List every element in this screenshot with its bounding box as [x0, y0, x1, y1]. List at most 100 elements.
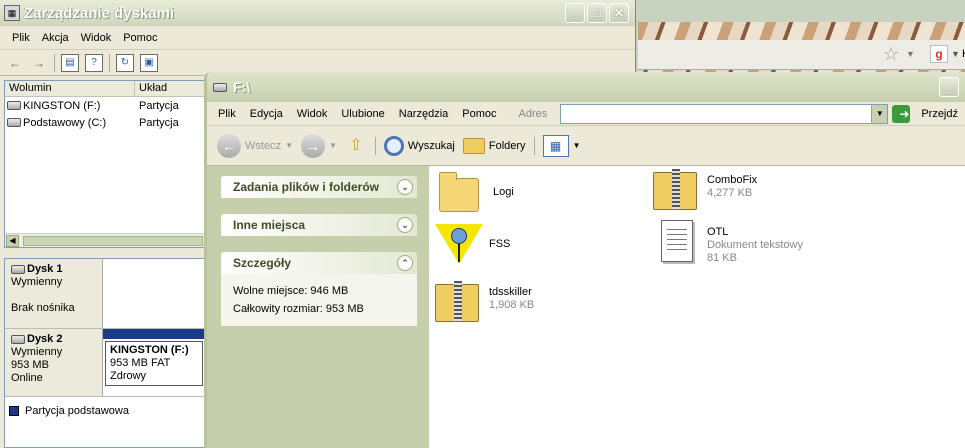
title-bar[interactable]: ▦ Zarządzanie dyskami _ □ ✕ — [0, 0, 635, 26]
task-pane: Zadania plików i folderów ⌄ Inne miejsca… — [207, 166, 429, 448]
scroll-left-arrow-icon[interactable]: ◀ — [6, 235, 19, 247]
file-item[interactable]: ComboFix 4,277 KB — [653, 168, 757, 212]
title-bar[interactable]: F:\ _ — [207, 72, 965, 102]
volume-name: KINGSTON (F:) — [23, 99, 101, 112]
views-button[interactable]: ▦ ▼ — [542, 134, 581, 157]
column-header-wolumin[interactable]: Wolumin — [5, 81, 135, 96]
background-browser-window: ☆ ▼ g ▼ H — [634, 0, 965, 80]
disk-icon — [11, 334, 25, 344]
column-header-uklad[interactable]: Układ — [135, 81, 205, 96]
hard-drive-icon — [7, 118, 21, 127]
file-item[interactable]: tdsskiller 1,908 KB — [435, 280, 534, 324]
menu-akcja[interactable]: Akcja — [36, 32, 75, 44]
address-input[interactable]: ▼ — [560, 103, 889, 124]
legend: Partycja podstawowa — [9, 405, 129, 417]
go-arrow-icon: ➜ — [892, 104, 911, 123]
window-controls: _ □ ✕ — [565, 3, 629, 23]
properties-icon[interactable]: ▣ — [140, 53, 158, 72]
disk-management-icon: ▦ — [4, 5, 20, 21]
file-size: 1,908 KB — [489, 299, 535, 311]
menu-widok[interactable]: Widok — [75, 32, 118, 44]
menu-pomoc[interactable]: Pomoc — [455, 108, 503, 120]
fss-icon — [435, 224, 483, 268]
partition-block[interactable]: KINGSTON (F:) 953 MB FAT Zdrowy — [103, 329, 205, 396]
menu-pomoc[interactable]: Pomoc — [117, 32, 163, 44]
free-space: Wolne miejsce: 946 MB — [233, 285, 349, 297]
collapse-chevron-icon[interactable]: ⌃ — [397, 255, 413, 271]
go-button[interactable]: ➜ Przejdź — [892, 104, 965, 123]
horizontal-scrollbar[interactable]: ◀ — [5, 233, 205, 247]
volume-row[interactable]: KINGSTON (F:) Partycja — [5, 97, 205, 114]
scrollbar-thumb[interactable] — [23, 236, 203, 246]
window-title: Zarządzanie dyskami — [24, 4, 175, 22]
volume-row[interactable]: Podstawowy (C:) Partycja — [5, 114, 205, 131]
menu-plik[interactable]: Plik — [211, 108, 243, 120]
disk-status: Brak nośnika — [11, 302, 75, 314]
chevron-down-icon[interactable]: ▼ — [906, 49, 915, 59]
panel-tasks-header[interactable]: Zadania plików i folderów ⌄ — [221, 176, 417, 198]
partition-color-band — [103, 329, 205, 339]
file-name: Logi — [493, 186, 514, 198]
folders-button[interactable]: Foldery — [462, 137, 526, 154]
menu-bar: Plik Edycja Widok Ulubione Narzędzia Pom… — [207, 102, 965, 126]
partition-detail: 953 MB FAT — [110, 357, 171, 369]
forward-button[interactable]: → ▼ — [300, 133, 337, 158]
partition-label: KINGSTON (F:) — [110, 344, 189, 356]
menu-edycja[interactable]: Edycja — [243, 108, 290, 120]
back-arrow-icon[interactable]: ← — [6, 54, 24, 72]
explorer-window: F:\ _ Plik Edycja Widok Ulubione Narzędz… — [204, 72, 965, 448]
folder-icon — [439, 172, 487, 216]
menu-widok[interactable]: Widok — [290, 108, 335, 120]
chevron-down-icon[interactable]: ▼ — [329, 141, 337, 150]
go-label: Przejdź — [921, 107, 958, 120]
folder-up-icon[interactable]: ⇧ — [345, 135, 367, 157]
panel-tasks[interactable]: Zadania plików i folderów ⌄ — [221, 176, 417, 198]
panel-other-header[interactable]: Inne miejsca ⌄ — [221, 214, 417, 236]
file-size: 81 KB — [707, 252, 737, 264]
menu-narzedzia[interactable]: Narzędzia — [392, 108, 456, 120]
show-hide-console-tree-icon[interactable]: ▤ — [61, 53, 79, 72]
disk-info[interactable]: Dysk 2 Wymienny 953 MB Online — [5, 329, 103, 396]
refresh-icon[interactable]: ↻ — [116, 53, 134, 72]
toolbar-separator — [109, 53, 110, 72]
text-document-icon — [653, 220, 701, 264]
search-icon — [383, 135, 404, 156]
panel-other-places[interactable]: Inne miejsca ⌄ — [221, 214, 417, 236]
chevron-down-icon: ▼ — [572, 141, 581, 150]
chevron-down-icon[interactable]: ▼ — [951, 49, 960, 59]
bookmark-star-icon[interactable]: ☆ — [883, 44, 899, 65]
disk-info[interactable]: Dysk 1 Wymienny Brak nośnika — [5, 259, 103, 328]
menu-plik[interactable]: Plik — [6, 32, 36, 44]
panel-details: Szczegóły ⌃ Wolne miejsce: 946 MB Całkow… — [221, 252, 417, 326]
legend-swatch — [9, 406, 19, 416]
back-arrow-icon: ← — [217, 133, 241, 158]
forward-arrow-icon: → — [300, 133, 325, 158]
disk-type: Wymienny — [11, 346, 63, 358]
panel-title: Inne miejsca — [233, 218, 306, 232]
chevron-down-icon[interactable]: ▼ — [871, 104, 888, 123]
search-button[interactable]: Wyszukaj — [383, 135, 455, 156]
file-item[interactable]: Logi — [439, 172, 514, 216]
folders-icon — [462, 137, 485, 154]
disk-status: Online — [11, 372, 43, 384]
menu-ulubione[interactable]: Ulubione — [334, 108, 391, 120]
file-item[interactable]: FSS — [435, 224, 510, 268]
expand-chevron-icon[interactable]: ⌄ — [397, 179, 413, 195]
back-button[interactable]: ← Wstecz ▼ — [217, 133, 293, 158]
file-item[interactable]: OTL Dokument tekstowy 81 KB — [653, 220, 803, 265]
volume-layout: Partycja — [139, 99, 179, 112]
chevron-down-icon[interactable]: ▼ — [285, 141, 293, 150]
file-size: 4,277 KB — [707, 187, 753, 199]
expand-chevron-icon[interactable]: ⌄ — [397, 217, 413, 233]
maximize-button[interactable]: □ — [587, 3, 607, 23]
minimize-button[interactable]: _ — [565, 3, 585, 23]
close-button[interactable]: ✕ — [609, 3, 629, 23]
panel-details-header[interactable]: Szczegóły ⌃ — [221, 252, 417, 274]
google-search-icon[interactable]: g — [930, 45, 948, 63]
drive-icon — [213, 82, 227, 92]
views-icon: ▦ — [542, 134, 569, 157]
help-icon[interactable]: ? — [85, 53, 103, 72]
address-value — [561, 105, 575, 117]
minimize-button[interactable]: _ — [939, 77, 959, 97]
forward-arrow-icon[interactable]: → — [30, 54, 48, 72]
